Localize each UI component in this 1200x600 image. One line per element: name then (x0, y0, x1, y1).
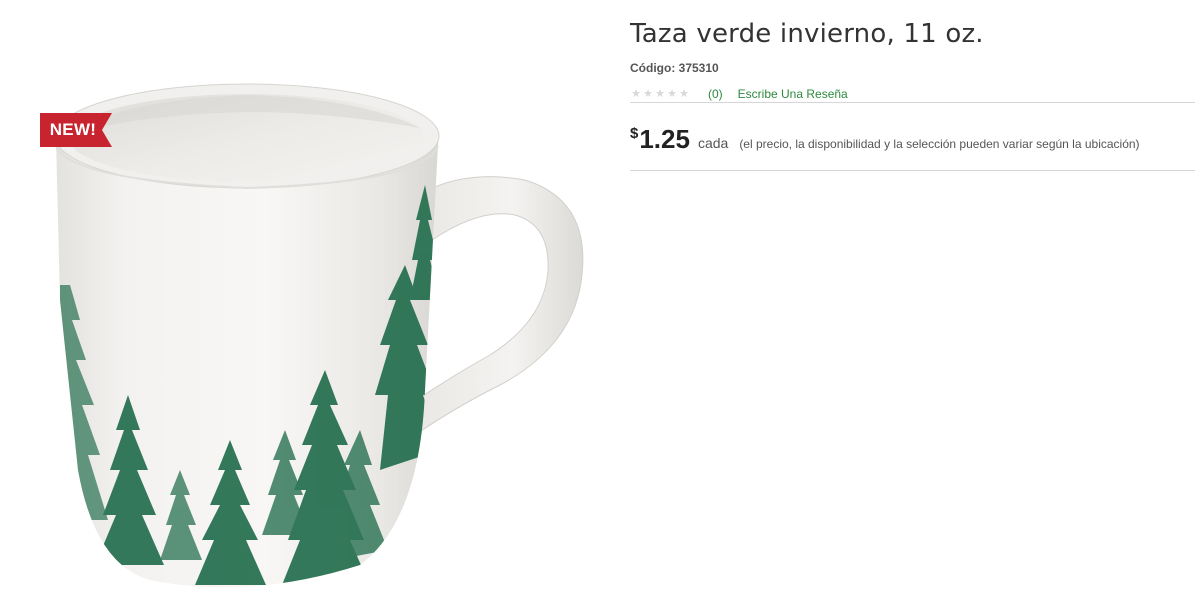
review-count-link[interactable]: (0) (708, 87, 723, 101)
star-icon: ★ (631, 87, 641, 100)
product-title: Taza verde invierno, 11 oz. (630, 19, 984, 49)
star-icon: ★ (679, 87, 689, 100)
product-page: NEW! Taza verde invierno, 11 oz. Código:… (0, 0, 1200, 600)
price-value: 1.25 (639, 124, 690, 154)
mug-image (54, 83, 584, 588)
divider (630, 170, 1195, 171)
price-unit: cada (697, 135, 729, 151)
product-image[interactable]: NEW! (0, 0, 620, 600)
star-icon: ★ (655, 87, 665, 100)
price-currency: $ (630, 125, 639, 142)
product-code: Código: 375310 (630, 61, 719, 75)
price-disclaimer: (el precio, la disponibilidad y la selec… (739, 137, 1140, 151)
price-row: $ 1.25 cada (el precio, la disponibilida… (630, 124, 1140, 160)
star-icon: ★ (667, 87, 677, 100)
star-icon: ★ (643, 87, 653, 100)
star-rating[interactable]: ★ ★ ★ ★ ★ (630, 87, 690, 100)
rating-row: ★ ★ ★ ★ ★ (0) Escribe Una Reseña (630, 86, 848, 102)
divider (630, 102, 1195, 103)
new-badge: NEW! (40, 113, 112, 147)
new-badge-label: NEW! (49, 120, 97, 139)
write-review-link[interactable]: Escribe Una Reseña (738, 87, 848, 101)
